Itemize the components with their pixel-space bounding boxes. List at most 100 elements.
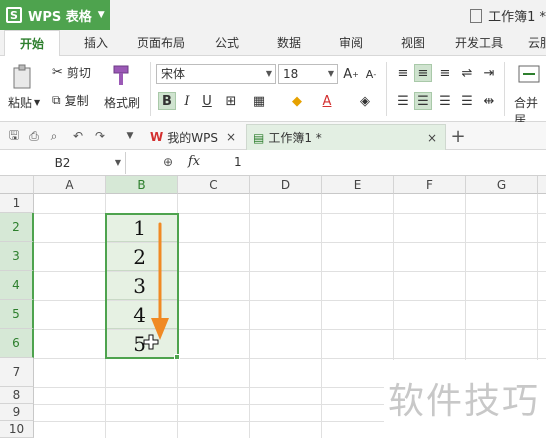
tab-cloud[interactable]: 云服	[520, 30, 546, 56]
indent-icon[interactable]: ⇥	[480, 64, 498, 82]
select-all-corner[interactable]	[0, 176, 34, 194]
chevron-down-icon: ▼	[34, 98, 41, 107]
column-header-h[interactable]	[538, 176, 546, 194]
column-header-c[interactable]: C	[178, 176, 250, 194]
tab-my-wps[interactable]: W 我的WPS ×	[144, 124, 244, 150]
justify-icon[interactable]: ☰	[458, 92, 476, 110]
row-header-8[interactable]: 8	[0, 387, 34, 404]
row-header-3[interactable]: 3	[0, 242, 34, 271]
tab-developer[interactable]: 开发工具	[446, 30, 512, 56]
customize-toolbar-icon[interactable]: ▼	[122, 128, 138, 144]
row-header-9[interactable]: 9	[0, 404, 34, 421]
font-name-value: 宋体	[161, 67, 186, 81]
formula-bar: B2 ▼ ⊕ fx 1	[0, 150, 546, 176]
close-icon[interactable]: ×	[226, 130, 236, 144]
format-painter-button[interactable]: 格式刷	[104, 94, 140, 111]
fill-color-icon[interactable]: ◆	[288, 92, 306, 110]
row-header-1[interactable]: 1	[0, 194, 34, 213]
row-header-6[interactable]: 6	[0, 329, 34, 358]
clear-format-icon[interactable]: ◈	[356, 92, 374, 110]
fill-handle[interactable]	[174, 354, 180, 360]
italic-icon[interactable]: I	[178, 92, 196, 110]
copy-icon: ⧉	[52, 93, 61, 107]
merge-center-icon[interactable]	[518, 62, 540, 86]
paste-button[interactable]: 粘贴 ▼	[8, 94, 40, 111]
align-bottom-icon[interactable]: ≡	[436, 64, 454, 82]
column-header-g[interactable]: G	[466, 176, 538, 194]
column-header-a[interactable]: A	[34, 176, 106, 194]
app-menu-button[interactable]: S WPS 表格 ▼	[0, 0, 110, 30]
chevron-down-icon: ▼	[327, 69, 334, 78]
sheet-doc-icon: ▤	[253, 130, 265, 145]
print-preview-icon[interactable]: ⌕	[46, 128, 62, 144]
name-box-value: B2	[54, 156, 71, 170]
increase-font-icon[interactable]: A +	[342, 65, 360, 83]
ribbon: 粘贴 ▼ ✂ 剪切 ⧉ 复制 格式刷 宋体 ▼ 18 ▼ A + A- B I U …	[0, 56, 546, 127]
tab-page-layout[interactable]: 页面布局	[128, 30, 194, 56]
watermark-text: 软件技巧	[388, 381, 541, 422]
align-center-icon[interactable]: ☰	[414, 92, 432, 110]
font-color-icon[interactable]: A	[318, 92, 336, 110]
tab-home[interactable]: 开始	[4, 30, 60, 57]
paste-icon[interactable]	[10, 64, 40, 90]
column-header-f[interactable]: F	[394, 176, 466, 194]
drag-down-arrow-icon	[151, 222, 169, 340]
row-header-10[interactable]: 10	[0, 421, 34, 438]
name-box[interactable]: B2 ▼	[0, 152, 126, 174]
format-painter-icon[interactable]	[108, 62, 138, 90]
ribbon-divider	[150, 62, 151, 116]
row-header-4[interactable]: 4	[0, 271, 34, 300]
tab-view[interactable]: 视图	[390, 30, 436, 56]
chevron-down-icon: ▼	[265, 69, 272, 78]
window-title-text: 工作簿1 *	[488, 10, 546, 25]
align-left-icon[interactable]: ☰	[394, 92, 412, 110]
align-right-icon[interactable]: ☰	[436, 92, 454, 110]
redo-icon[interactable]: ↷	[92, 128, 108, 144]
document-icon	[470, 8, 483, 23]
tab-data[interactable]: 数据	[266, 30, 312, 56]
distribute-icon[interactable]: ⇹	[480, 92, 498, 110]
borders-icon[interactable]: ⊞	[222, 92, 240, 110]
close-icon[interactable]: ×	[427, 131, 437, 145]
tab-insert[interactable]: 插入	[70, 30, 122, 56]
zoom-search-icon[interactable]: ⊕	[160, 154, 176, 170]
doc-tab-label: 我的WPS	[167, 130, 218, 145]
paste-label: 粘贴	[8, 96, 33, 110]
fill-pattern-icon[interactable]: ▦	[250, 92, 268, 110]
crosshair-cursor-icon	[143, 334, 159, 350]
wrap-text-icon[interactable]: ⇌	[458, 64, 476, 82]
bold-icon[interactable]: B	[158, 92, 176, 110]
column-header-e[interactable]: E	[322, 176, 394, 194]
column-header-d[interactable]: D	[250, 176, 322, 194]
copy-button[interactable]: ⧉ 复制	[52, 92, 89, 109]
scissors-icon: ✂	[52, 65, 63, 80]
spreadsheet-grid[interactable]: A B C D E F G 1 2 3 4 5 6 7 8 9 10 1 2 3…	[0, 176, 546, 438]
print-icon[interactable]: ⎙	[26, 128, 42, 144]
cut-button[interactable]: ✂ 剪切	[52, 64, 91, 81]
chevron-down-icon: ▼	[114, 158, 121, 167]
quick-access-toolbar: 🖫 ⎙ ⌕ ↶ ↷ ▼ W 我的WPS × ▤ 工作簿1 * × +	[0, 122, 546, 150]
font-size-select[interactable]: 18 ▼	[278, 64, 338, 84]
cut-label: 剪切	[66, 66, 91, 80]
tab-formulas[interactable]: 公式	[204, 30, 250, 56]
format-painter-label: 格式刷	[104, 96, 141, 110]
wps-w-icon: W	[150, 130, 164, 144]
column-header-b[interactable]: B	[106, 176, 178, 194]
row-header-5[interactable]: 5	[0, 300, 34, 329]
align-top-icon[interactable]: ≡	[394, 64, 412, 82]
window-title: 工作簿1 *	[470, 6, 546, 25]
row-header-2[interactable]: 2	[0, 213, 34, 242]
tab-workbook1[interactable]: ▤ 工作簿1 * ×	[246, 124, 446, 150]
font-name-select[interactable]: 宋体 ▼	[156, 64, 276, 84]
underline-icon[interactable]: U	[198, 92, 216, 110]
undo-icon[interactable]: ↶	[70, 128, 86, 144]
row-header-7[interactable]: 7	[0, 358, 34, 387]
chevron-down-icon: ▼	[97, 10, 105, 20]
function-icon[interactable]: fx	[188, 154, 200, 169]
new-tab-icon[interactable]: +	[450, 126, 466, 147]
save-icon[interactable]: 🖫	[6, 128, 22, 144]
align-middle-icon[interactable]: ≡	[414, 64, 432, 82]
formula-input[interactable]: 1	[234, 155, 242, 169]
tab-review[interactable]: 审阅	[328, 30, 374, 56]
decrease-font-icon[interactable]: A-	[362, 65, 380, 83]
